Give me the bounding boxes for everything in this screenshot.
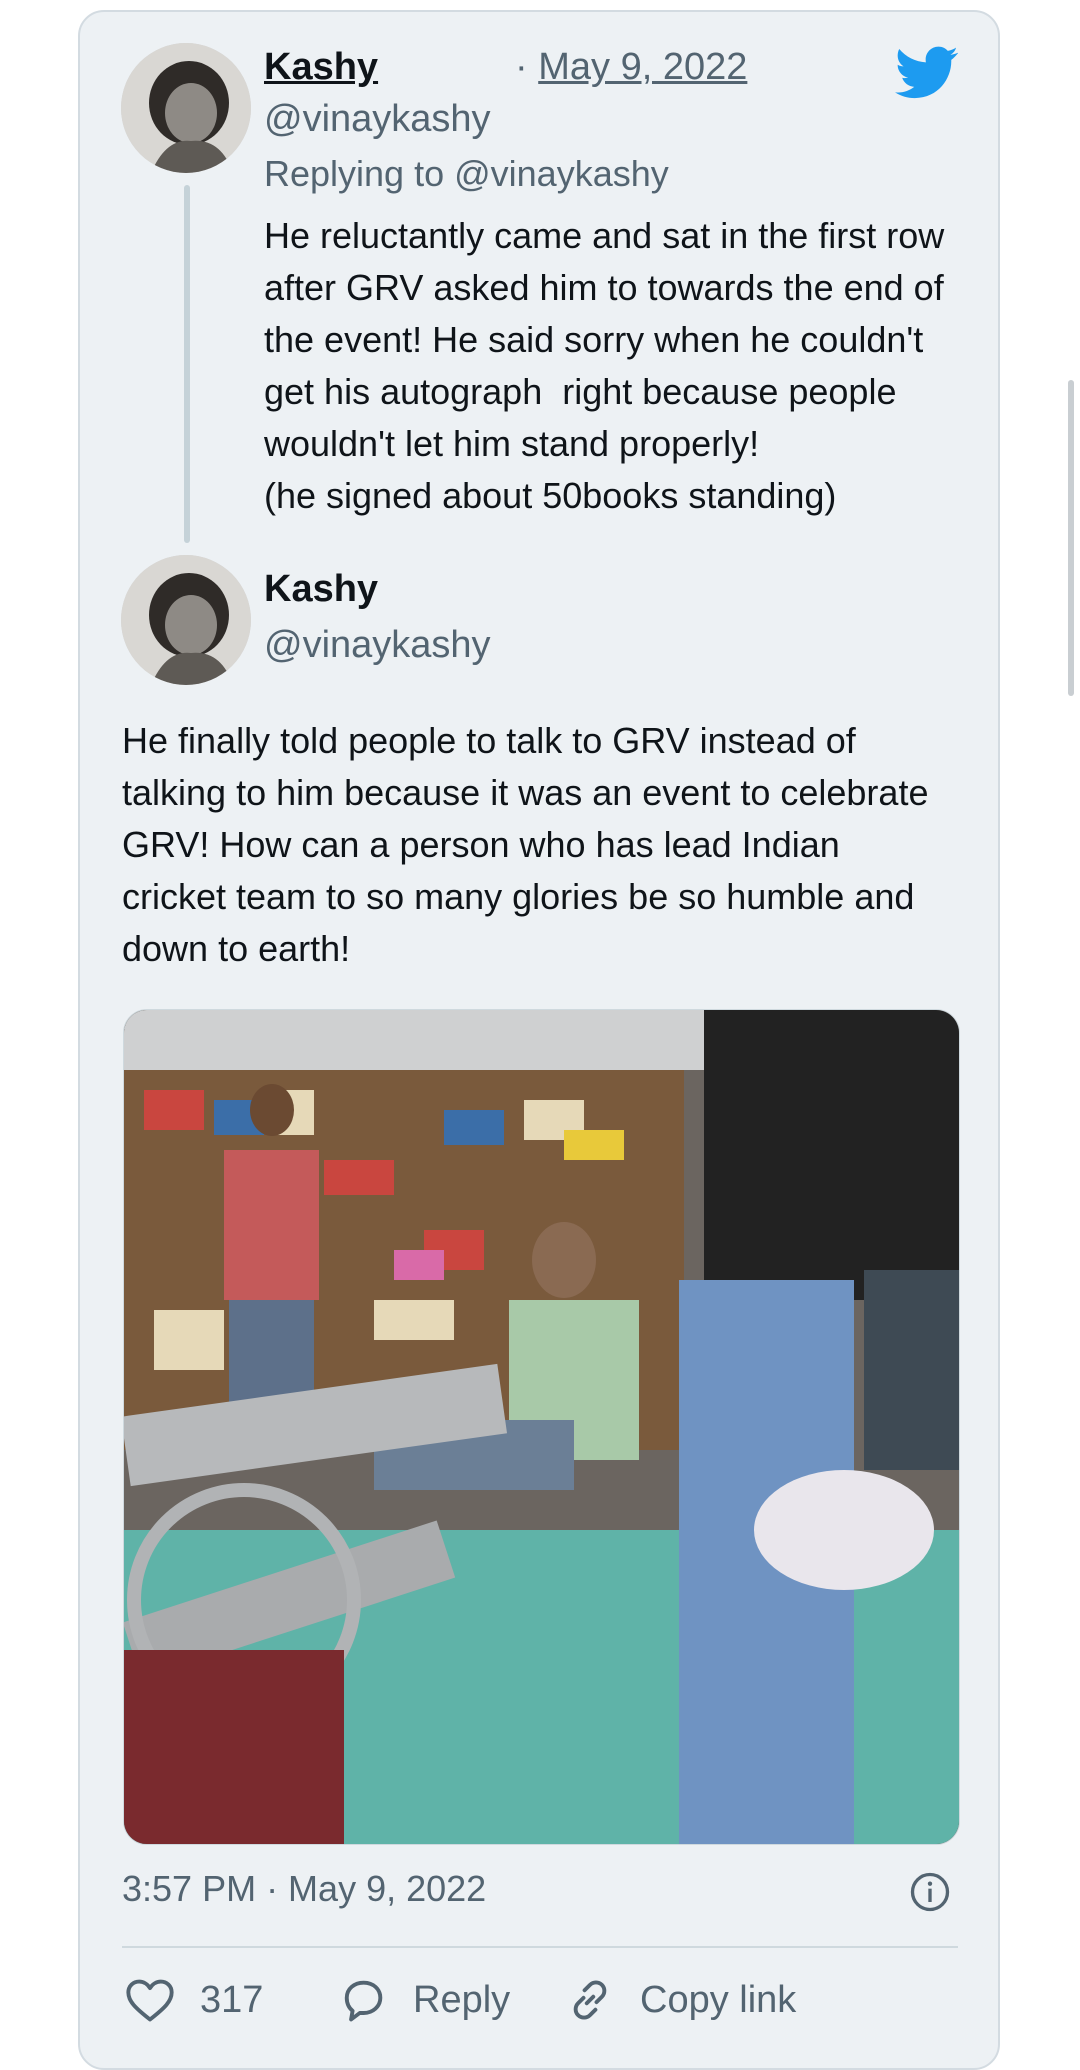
main-tweet-text: He finally told people to talk to GRV in… [122,720,929,969]
twitter-bird-icon[interactable] [895,46,959,100]
scrollbar[interactable] [1068,380,1074,696]
date-link[interactable]: May 9, 2022 [538,46,747,88]
heart-icon [126,1979,174,2022]
author-name[interactable]: Kashy [264,46,378,89]
author-name[interactable]: Kashy [264,568,378,611]
like-count: 317 [200,1978,264,2021]
speech-bubble-icon [344,1980,383,2022]
link-icon [573,1980,607,2020]
author-handle[interactable]: @vinaykashy [264,624,491,667]
info-icon[interactable] [910,1872,950,1912]
like-button[interactable]: 317 [124,1974,263,2026]
tweet-date[interactable]: · May 9, 2022 [515,46,747,89]
avatar[interactable] [121,43,251,173]
tweet-photo[interactable] [123,1009,960,1845]
copy-link-label: Copy link [640,1978,797,2021]
avatar[interactable] [121,555,251,685]
reply-label: Reply [413,1978,511,2021]
reply-tweet-text: He reluctantly came and sat in the first… [264,215,945,516]
author-handle[interactable]: @vinaykashy [264,98,491,141]
replying-to: Replying to @vinaykashy [264,153,669,194]
date-separator: · [515,46,528,88]
tweet-timestamp[interactable]: 3:57 PM · May 9, 2022 [122,1868,486,1910]
divider [122,1946,958,1948]
copy-link-button[interactable]: Copy link [564,1974,796,2026]
thread-line [184,185,190,543]
reply-button[interactable]: Reply [337,1974,510,2026]
